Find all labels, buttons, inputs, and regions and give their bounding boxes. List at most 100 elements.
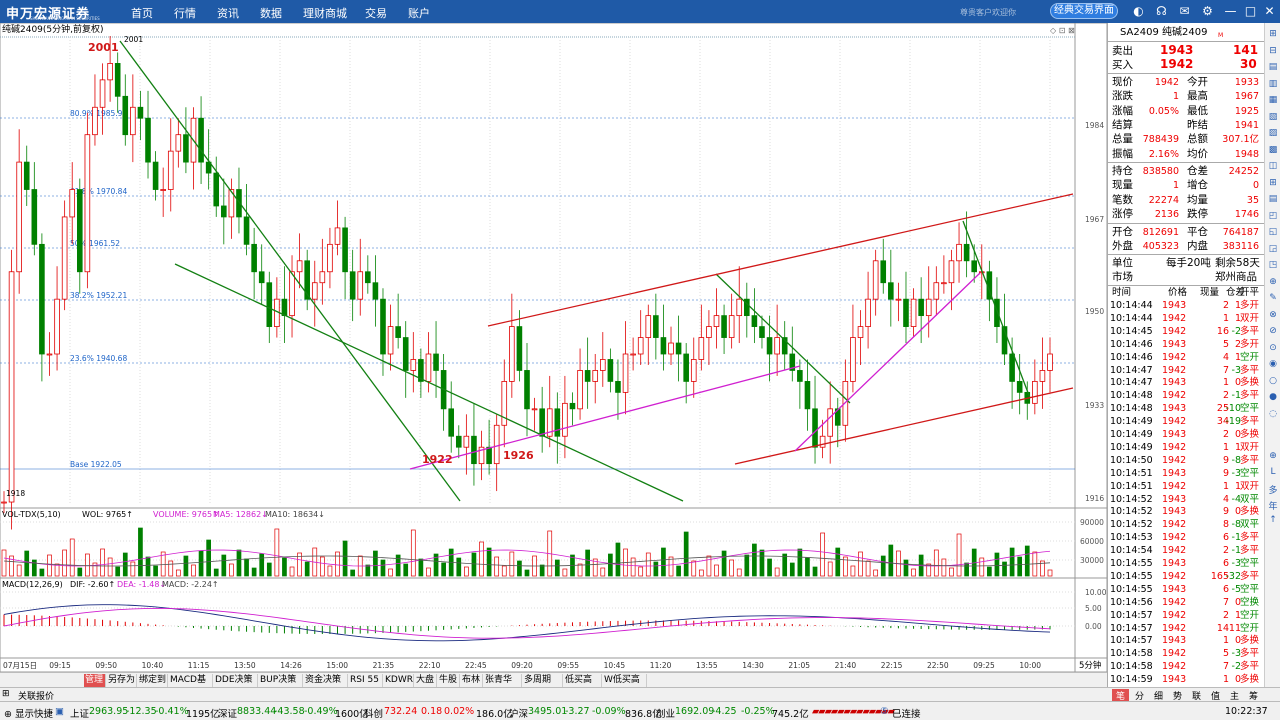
indicator-tab[interactable]: 布林 [461,674,483,687]
tick-row: 10:14:44 1942 1 1 双开 [1108,313,1265,326]
toolbar-icon[interactable]: ✎ [1267,293,1279,305]
volume-bar [410,529,416,577]
toolbar-icon[interactable]: ◌ [1267,409,1279,421]
stat-label-right: 均量 [1187,193,1208,206]
indicator-tab[interactable]: 张青华量 [484,674,522,698]
menu-quotes[interactable]: 行情 [174,5,196,21]
candle-body [994,298,1000,327]
headset-icon[interactable]: ☊ [1153,3,1170,20]
toolbar-icon[interactable]: ⊗ [1267,310,1279,322]
toolbar-icon[interactable]: ○ [1267,376,1279,388]
quote-tab[interactable]: 势 [1169,689,1186,702]
toolbar-icon[interactable]: ● [1267,392,1279,404]
indicator-tab[interactable]: 资金决策 [304,674,348,687]
toolbar-icon[interactable]: ⊘ [1267,326,1279,338]
menu-data[interactable]: 数据 [260,5,282,21]
toolbar-icon[interactable]: ⊙ [1267,343,1279,355]
expand-icon[interactable]: ⊞ [2,689,10,699]
skin-icon[interactable]: ◐ [1130,3,1147,20]
toolbar-icon[interactable]: L [1267,467,1279,479]
sz-index-label[interactable]: 深证 [218,706,237,720]
volume-bar [418,558,424,577]
stat-label-left: 涨跌 [1112,90,1133,103]
classic-trade-button[interactable]: 经典交易界面 [1050,3,1118,19]
toolbar-icon[interactable]: ⊞ [1267,29,1279,41]
menu-news[interactable]: 资讯 [217,5,239,21]
quote-tab[interactable]: 分 [1131,689,1148,702]
quote-tab[interactable]: 筹 [1245,689,1262,702]
toolbar-icon[interactable]: 多 [1267,483,1279,496]
toolbar-icon[interactable]: ◳ [1267,260,1279,272]
volume-bar [645,552,651,577]
toolbar-icon[interactable]: ⊕ [1267,277,1279,289]
hs-index-label[interactable]: 沪深 [509,706,528,720]
volume-bar [350,569,356,577]
clock-time: 10:22:37 [1225,706,1268,717]
menu-home[interactable]: 首页 [131,5,153,21]
toolbar-icon[interactable]: ◲ [1267,244,1279,256]
volume-bar [517,560,522,577]
toolbar-icon[interactable]: ▦ [1267,95,1279,107]
indicator-tab[interactable]: RSI 55 [349,674,383,687]
close-icon[interactable]: ✕ [1261,3,1278,20]
mail-icon[interactable]: ✉ [1176,3,1193,20]
toolbar-icon[interactable]: ▨ [1267,128,1279,140]
indicator-tab[interactable]: MACD基本 [169,674,213,698]
menu-wealth-mall[interactable]: 理财商城 [303,5,347,21]
quote-tab[interactable]: 联 [1188,689,1205,702]
volume-bar [683,531,689,577]
tick-row: 10:14:45 1942 16 -2 多平 [1108,326,1265,339]
volume-bar [1047,569,1053,577]
indicator-tab[interactable]: 管理 [84,674,106,687]
toolbar-icon[interactable]: ◰ [1267,211,1279,223]
toolbar-icon[interactable]: ▤ [1267,62,1279,74]
toolbar-icon[interactable]: ▧ [1267,112,1279,124]
candle-body [690,359,697,382]
kc-index-label[interactable]: 科创 [364,706,383,720]
indicator-tab[interactable]: KDWR [384,674,414,687]
toolbar-icon[interactable]: ⊕ [1267,451,1279,463]
indicator-tab[interactable]: 另存为 [107,674,137,687]
candle-body [486,446,492,465]
chart-frame [0,22,1108,673]
menu-account[interactable]: 账户 [408,5,430,21]
kline-chart-svg[interactable]: 纯碱2409(5分钟,前复权) ◇ ⊡ ⊠80.9% 1985.9261.8% 1… [0,22,1108,673]
indicator-tab[interactable]: DDE决策 [214,674,258,687]
quote-tab[interactable]: 主 [1226,689,1243,702]
kline-chart-area[interactable]: 纯碱2409(5分钟,前复权) ◇ ⊡ ⊠ 80.9% 1985.92 61.8% 1… [0,22,1108,688]
toolbar-icon[interactable]: ◫ [1267,161,1279,173]
indicator-tab[interactable]: 低买高卖 [564,674,602,698]
toolbar-icon[interactable]: ▩ [1267,145,1279,157]
quote-tab[interactable]: 值 [1207,689,1224,702]
quote-tab[interactable]: 细 [1150,689,1167,702]
toolbar-icon[interactable]: ⊟ [1267,46,1279,58]
tick-cell-type: 多平 [1240,364,1260,376]
sh-index-label[interactable]: 上证 [70,706,89,720]
toolbar-icon[interactable]: ◱ [1267,227,1279,239]
quote-tab[interactable]: 笔 [1112,689,1129,702]
tick-table[interactable]: 时间 价格 现量 仓差 开平 10:14:44 1943 2 1 多开 10:14:44 1942 1 1… [1108,287,1265,685]
candle-body [1039,370,1046,382]
menu-trade[interactable]: 交易 [365,5,387,21]
toolbar-icon[interactable]: ▤ [1267,194,1279,206]
toolbar-icon[interactable]: ↑ [1267,515,1279,527]
maximize-icon[interactable]: □ [1242,3,1259,20]
toolbar-icon[interactable]: ⊞ [1267,178,1279,190]
minimize-icon[interactable]: — [1222,3,1239,20]
macd-axis-label: 10.00 [1085,588,1107,597]
indicator-tab[interactable]: 多周期KD [523,674,563,698]
show-shortcut-button[interactable]: ⊕ 显示快捷 [4,706,53,720]
indicator-tab[interactable]: W低买高卖 [603,674,647,698]
indicator-tab[interactable]: BUP决策 [259,674,303,687]
toolbar-icon[interactable]: ▥ [1267,79,1279,91]
indicator-tab[interactable]: 牛股 [438,674,460,687]
toolbar-icon[interactable]: ◉ [1267,359,1279,371]
tick-cell-price: 1942 [1162,390,1187,402]
indicator-tab[interactable]: 大盘 [415,674,437,687]
cy-index-label[interactable]: 创业 [656,706,675,720]
toolbar-icon[interactable]: 年 [1267,499,1279,512]
stat-label-right: 仓差 [1187,165,1208,177]
tick-cell-volume: 1 [1222,635,1229,647]
settings-icon[interactable]: ⚙ [1199,3,1216,20]
indicator-tab[interactable]: 绑定到 [138,674,168,687]
